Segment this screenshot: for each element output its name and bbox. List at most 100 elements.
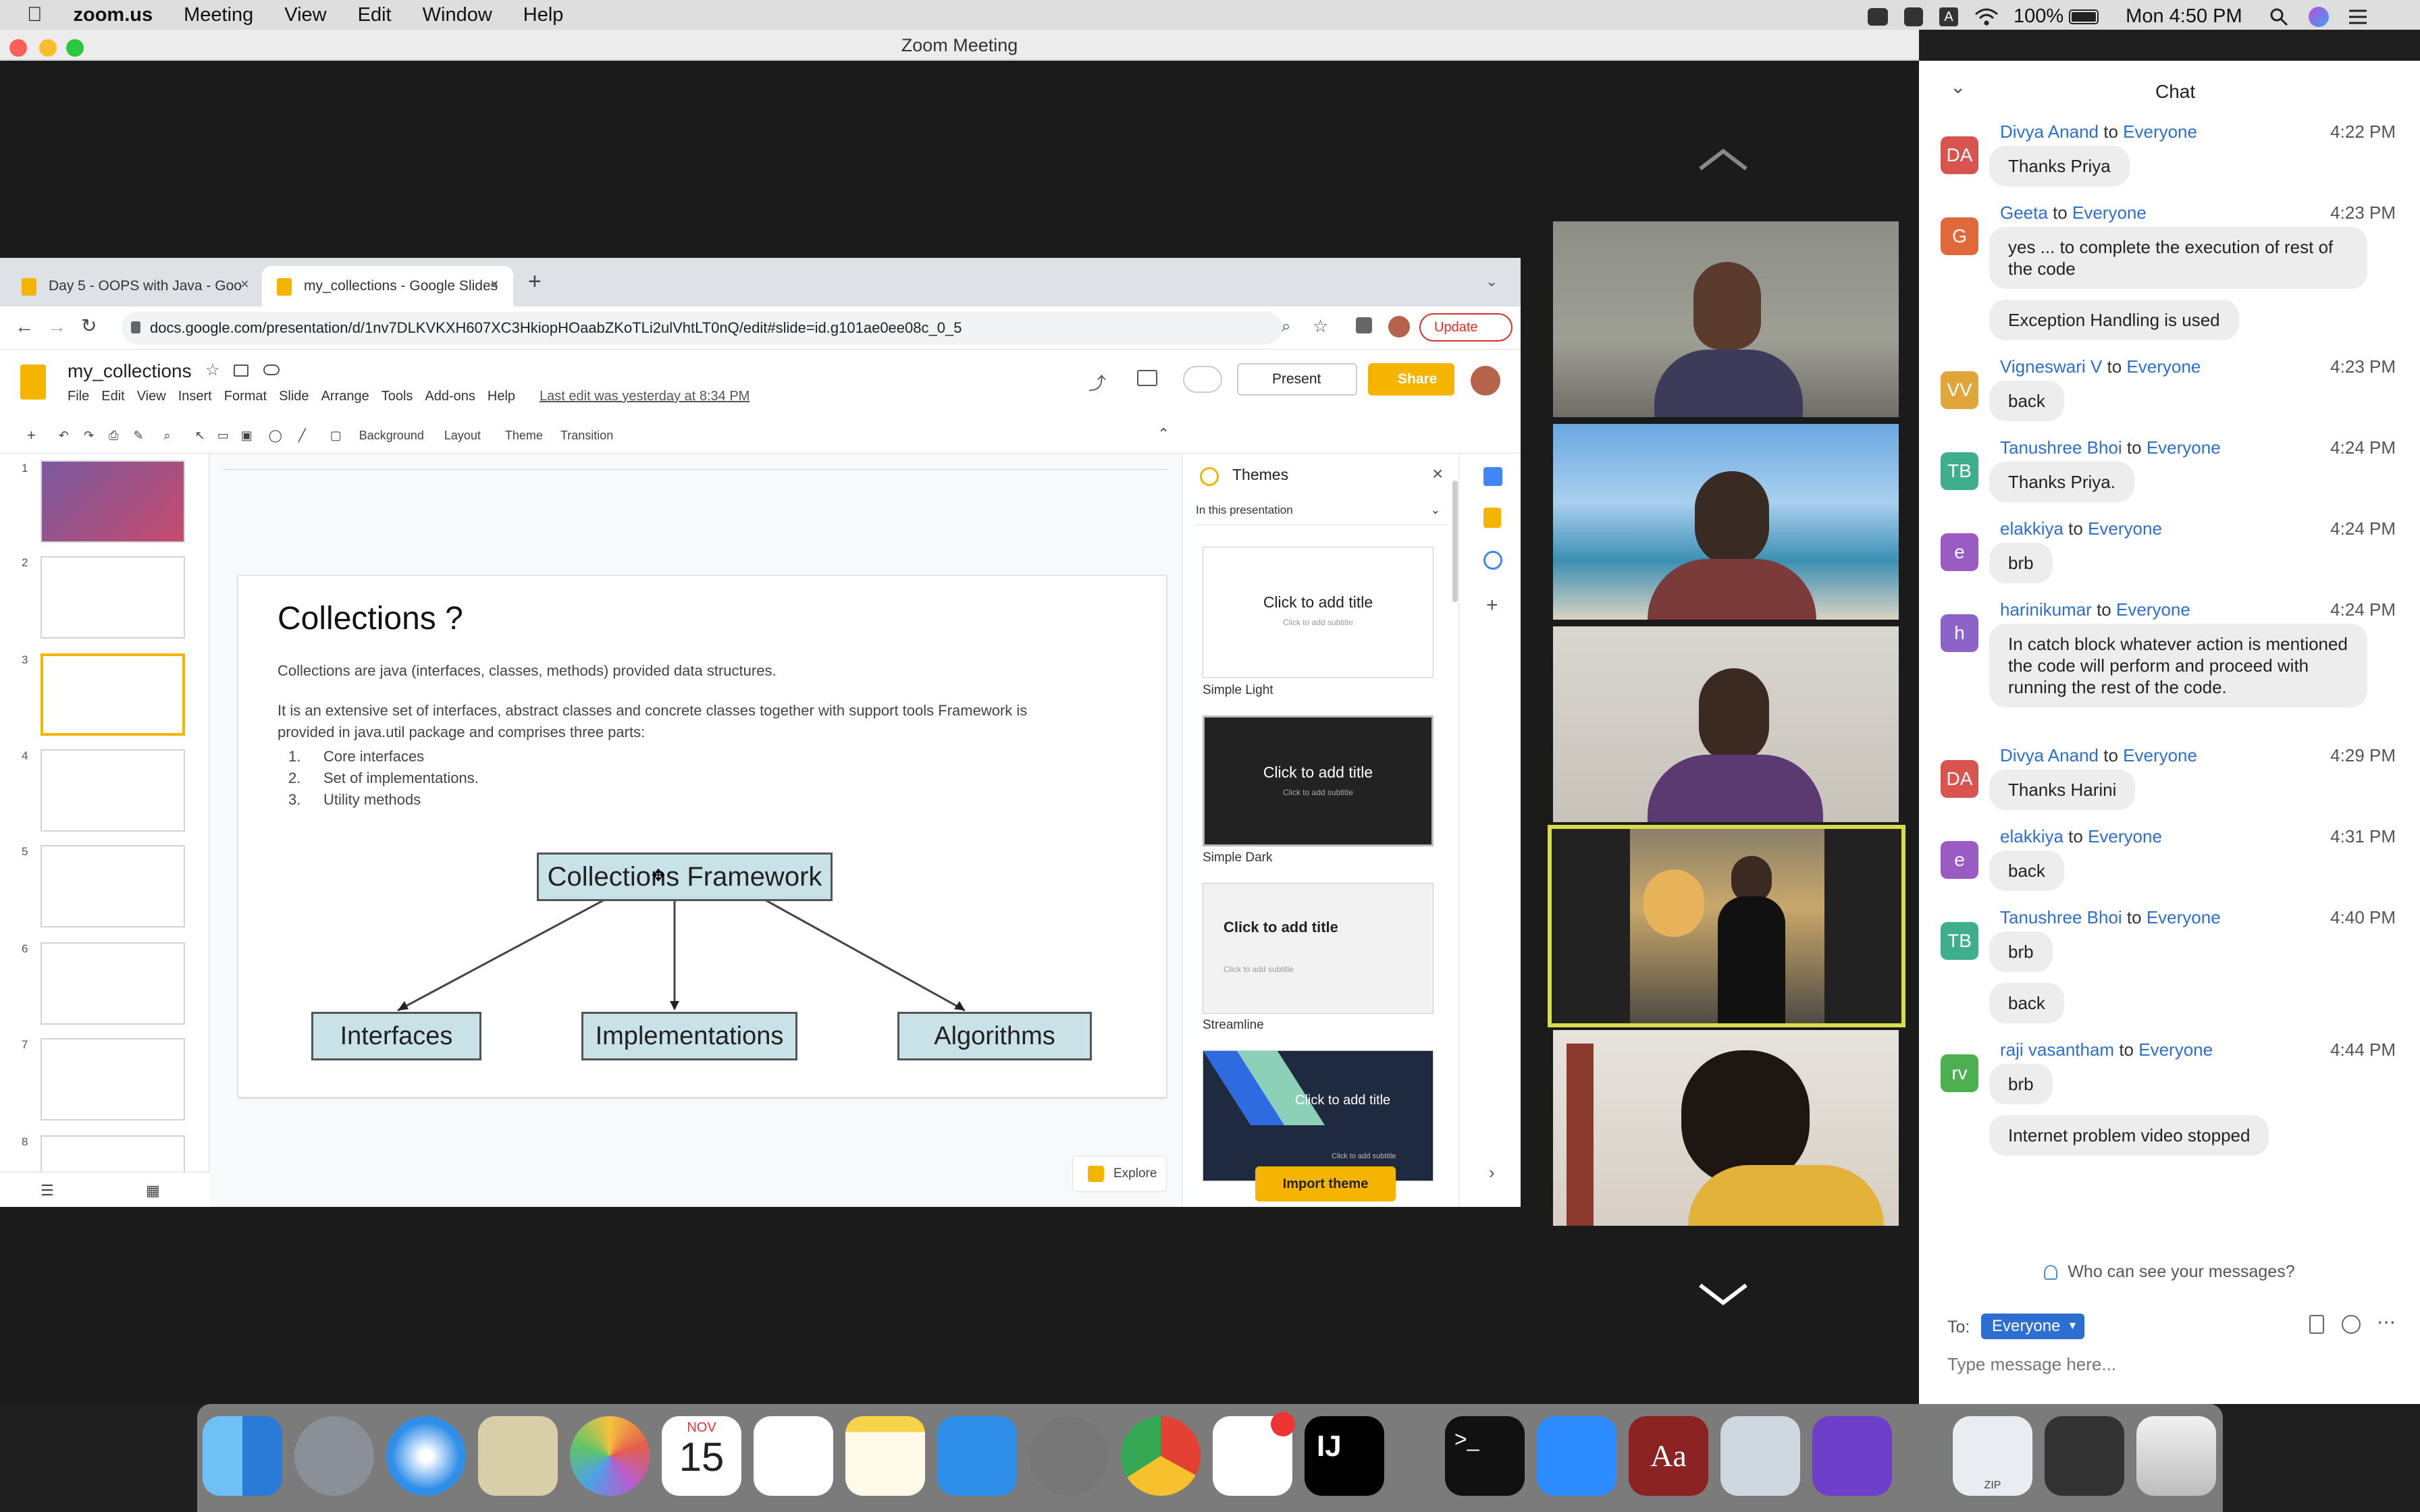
themes-scrollbar[interactable] xyxy=(1452,481,1458,602)
menu-arrange[interactable]: Arrange xyxy=(321,389,369,404)
menu-tools[interactable]: Tools xyxy=(382,389,413,404)
update-button[interactable]: Update xyxy=(1419,313,1512,342)
theme-simple-light[interactable]: Click to add title Click to add subtitle xyxy=(1203,547,1433,678)
who-can-see-link[interactable]: Who can see your messages? xyxy=(1919,1262,2420,1282)
chat-bubble[interactable]: In catch block whatever action is mentio… xyxy=(1989,624,2367,707)
menubar-item-meeting[interactable]: Meeting xyxy=(184,4,253,26)
address-bar[interactable]: docs.google.com/presentation/d/1nv7DLKVK… xyxy=(122,312,1283,344)
launchpad-icon[interactable] xyxy=(294,1416,374,1496)
emoji-icon[interactable] xyxy=(2342,1315,2361,1334)
profile-avatar[interactable] xyxy=(1388,316,1410,338)
star-icon[interactable]: ☆ xyxy=(205,360,220,380)
zoom-icon[interactable]: ⌕ xyxy=(164,429,171,443)
extensions-icon[interactable] xyxy=(1356,317,1372,333)
skype-status-icon[interactable] xyxy=(1904,7,1923,26)
toolbar-transition-button[interactable]: Transition xyxy=(560,429,613,443)
comments-icon[interactable] xyxy=(1137,370,1157,386)
tab-close-icon[interactable]: × xyxy=(490,275,499,293)
menu-slide[interactable]: Slide xyxy=(279,389,309,404)
sender-name[interactable]: Divya Anand xyxy=(2000,122,2099,142)
theme-streamline[interactable]: Click to add title Click to add subtitle xyxy=(1203,883,1433,1014)
zip-file-icon[interactable]: ZIP xyxy=(1953,1416,2032,1496)
safari-icon[interactable] xyxy=(386,1416,466,1496)
video-tile-participant-3[interactable] xyxy=(1553,626,1899,822)
diagram-node-implementations[interactable]: Implementations xyxy=(581,1012,797,1060)
menubar-item-view[interactable]: View xyxy=(284,4,326,26)
menu-help[interactable]: Help xyxy=(488,389,515,404)
forward-icon[interactable]: → xyxy=(47,316,66,338)
window-close-button[interactable] xyxy=(9,39,27,57)
slide-thumbnail-2[interactable] xyxy=(41,556,185,639)
browser-tab-day5[interactable]: Day 5 - OOPS with Java - Goo xyxy=(7,266,255,306)
dictionary-icon[interactable]: Aa xyxy=(1629,1416,1708,1496)
diagram-node-algorithms[interactable]: Algorithms xyxy=(897,1012,1092,1060)
reminders-icon[interactable] xyxy=(754,1416,833,1496)
diagram-node-interfaces[interactable]: Interfaces xyxy=(311,1012,481,1060)
apple-icon[interactable]:  xyxy=(27,3,43,26)
zoom-status-icon[interactable] xyxy=(1868,7,1888,26)
select-icon[interactable]: ↖ xyxy=(195,429,205,443)
finder-icon[interactable] xyxy=(203,1416,282,1496)
slide-thumbnail-6[interactable] xyxy=(41,942,185,1025)
sender-name[interactable]: Divya Anand xyxy=(2000,745,2099,765)
grid-view-icon[interactable]: ▦ xyxy=(146,1182,160,1199)
trash-icon[interactable] xyxy=(2136,1416,2216,1496)
collapse-toolbar-icon[interactable]: ⌃ xyxy=(1157,425,1169,443)
expand-panel-icon[interactable]: › xyxy=(1489,1162,1495,1183)
window-minimize-button[interactable] xyxy=(39,39,57,57)
screenshot-stack-icon[interactable] xyxy=(2045,1416,2124,1496)
theme-simple-dark[interactable]: Click to add title Click to add subtitle xyxy=(1203,716,1433,846)
move-folder-icon[interactable] xyxy=(234,364,248,377)
app-store-icon[interactable] xyxy=(937,1416,1017,1496)
new-slide-icon[interactable]: + xyxy=(27,427,36,444)
toolbar-background-button[interactable]: Background xyxy=(359,429,424,443)
slide-thumbnail-8[interactable] xyxy=(41,1135,185,1174)
slide-thumbnail-7[interactable] xyxy=(41,1038,185,1120)
slide-thumbnail-4[interactable] xyxy=(41,749,185,832)
slide-thumbnail-1[interactable] xyxy=(41,460,185,543)
scroll-down-chevron-icon[interactable] xyxy=(1698,1282,1749,1307)
tab-close-icon[interactable]: × xyxy=(240,275,249,293)
doc-title[interactable]: my_collections xyxy=(68,360,192,382)
zoom-lens-icon[interactable]: ⌕ xyxy=(1282,317,1290,336)
back-icon[interactable]: ← xyxy=(15,316,34,338)
line-icon[interactable]: ╱ xyxy=(298,429,306,443)
intellij-icon[interactable]: IJ xyxy=(1305,1416,1384,1496)
keep-addon-icon[interactable] xyxy=(1483,508,1501,528)
chat-message-input[interactable] xyxy=(1947,1349,2393,1380)
github-desktop-icon[interactable] xyxy=(1812,1416,1892,1496)
video-tile-participant-5[interactable] xyxy=(1553,1030,1899,1226)
menu-format[interactable]: Format xyxy=(224,389,267,404)
file-icon[interactable] xyxy=(2309,1315,2324,1334)
menu-insert[interactable]: Insert xyxy=(178,389,212,404)
control-center-icon[interactable] xyxy=(2348,8,2368,26)
window-zoom-button[interactable] xyxy=(66,39,84,57)
chat-message-list[interactable]: Divya Anand to Everyone 4:22 PM DA Thanks P… xyxy=(1919,122,2420,1316)
recipient-dropdown[interactable]: Everyone ▼ xyxy=(1981,1314,2085,1339)
undo-icon[interactable]: ↶ xyxy=(59,429,69,443)
toolbar-layout-button[interactable]: Layout xyxy=(444,429,481,443)
meet-present-icon[interactable] xyxy=(1183,366,1222,393)
text-box-icon[interactable]: ▭ xyxy=(217,429,229,443)
slide-thumbnail-5[interactable] xyxy=(41,845,185,927)
chat-bubble[interactable]: brb xyxy=(1989,932,2053,972)
tab-search-icon[interactable]: ⌄ xyxy=(1485,273,1498,290)
slides-logo-icon[interactable] xyxy=(20,364,46,400)
calendar-addon-icon[interactable] xyxy=(1483,467,1502,486)
comment-add-icon[interactable]: ▢ xyxy=(330,429,342,443)
chat-collapse-icon[interactable]: ⌄ xyxy=(1950,76,1966,98)
chat-bubble[interactable]: Internet problem video stopped xyxy=(1989,1115,2269,1156)
chat-bubble[interactable]: brb xyxy=(1989,1064,2053,1104)
sender-name[interactable]: raji vasantham xyxy=(2000,1040,2114,1060)
wifi-icon[interactable] xyxy=(1974,7,1999,26)
toolbar-theme-button[interactable]: Theme xyxy=(505,429,543,443)
video-tile-participant-2[interactable] xyxy=(1553,424,1899,620)
battery-icon[interactable] xyxy=(2069,9,2099,24)
chat-bubble[interactable]: Thanks Priya. xyxy=(1989,462,2134,502)
photos-icon[interactable] xyxy=(570,1416,650,1496)
image-icon[interactable]: ▣ xyxy=(241,429,253,443)
menubar-app-name[interactable]: zoom.us xyxy=(74,4,153,26)
explore-button[interactable]: Explore xyxy=(1072,1156,1167,1192)
sender-name[interactable]: elakkiya xyxy=(2000,826,2063,846)
shape-icon[interactable]: ◯ xyxy=(269,429,282,443)
